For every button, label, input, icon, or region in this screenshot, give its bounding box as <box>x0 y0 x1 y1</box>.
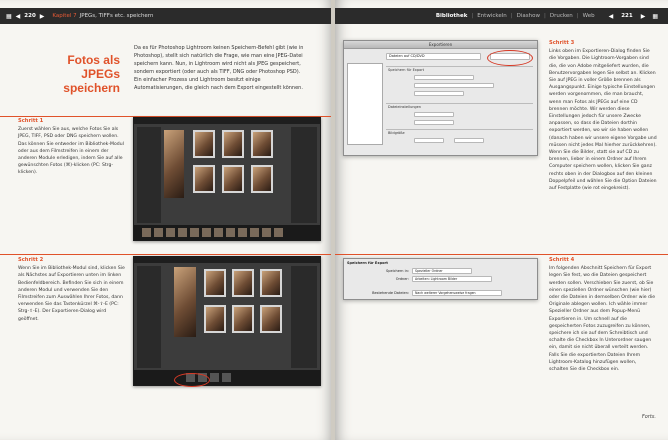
step-3: Schritt 3 Links oben im Exportieren-Dial… <box>549 40 657 192</box>
module-bibliothek: Bibliothek <box>435 13 468 19</box>
section-title: JPEGs, TIFFs etc. speichern <box>79 13 154 19</box>
grid-icon: ▦ <box>652 12 658 20</box>
left-page: ▦ ◀ 220 ▶ Kapitel 7 JPEGs, TIFFs etc. sp… <box>0 0 333 440</box>
step-3-text: Links oben im Exportieren-Dialog finden … <box>549 49 657 192</box>
step-2-heading: Schritt 2 <box>18 257 44 263</box>
module-drucken: Drucken <box>549 13 573 19</box>
arrow-left-icon: ◀ <box>608 12 614 20</box>
filmstrip <box>134 225 320 240</box>
right-page-number: 221 <box>621 13 633 19</box>
arrow-left-icon: ◀ <box>15 12 21 20</box>
step-4: Schritt 4 Im folgenden Abschnitt Speiche… <box>549 257 657 373</box>
dialog2-title: Speichern für Export <box>347 261 388 265</box>
save-for-export-screenshot: Speichern für Export Speichern in: Spezi… <box>343 258 538 300</box>
filmstrip <box>134 370 320 385</box>
intro-text: Da es für Photoshop Lightroom keinen Spe… <box>134 45 304 91</box>
right-page: Bibliothek | Entwickeln | Diashow | Druc… <box>335 0 668 440</box>
left-page-number: 220 <box>24 13 36 19</box>
portrait-photo <box>164 130 184 198</box>
divider-rule-2 <box>0 254 333 255</box>
section-image-size: Bildgröße <box>388 131 405 135</box>
grid-icon: ▦ <box>6 12 12 20</box>
left-header-bar: ▦ ◀ 220 ▶ Kapitel 7 JPEGs, TIFFs etc. sp… <box>0 8 333 24</box>
step-1-heading: Schritt 1 <box>18 118 44 124</box>
arrow-right-icon: ▶ <box>640 12 646 20</box>
page-title: Fotos als JPEGs speichern <box>63 53 120 95</box>
step-1: Schritt 1 Zuerst wählen Sie aus, welche … <box>18 118 126 177</box>
section-save: Speichern für Export <box>388 68 425 72</box>
step-4-heading: Schritt 4 <box>549 257 575 263</box>
dialog-title: Exportieren <box>344 41 537 49</box>
preset-list <box>347 63 383 145</box>
step-3-heading: Schritt 3 <box>549 40 575 46</box>
chapter-label: Kapitel 7 <box>52 13 77 19</box>
arrow-right-icon: ▶ <box>39 12 45 20</box>
screenshot-library-export <box>133 256 321 386</box>
step-4-text: Im folgenden Abschnitt Speichern für Exp… <box>549 266 656 373</box>
continued-marker: Forts. <box>641 414 656 420</box>
step-1-text: Zuerst wählen Sie aus, welche Fotos Sie … <box>18 127 124 176</box>
step-2-text: Wenn Sie im Bibliothek-Modul sind, klick… <box>18 266 125 322</box>
module-diashow: Diashow <box>516 13 540 19</box>
preset-field: Dateien auf CD/DVD <box>386 53 481 60</box>
screenshot-library-grid <box>133 117 321 241</box>
export-button-highlight <box>174 373 210 387</box>
divider-rule-3 <box>335 254 668 255</box>
disk-option-highlight <box>487 50 533 66</box>
step-2: Schritt 2 Wenn Sie im Bibliothek-Modul s… <box>18 257 126 323</box>
book-spread: ▦ ◀ 220 ▶ Kapitel 7 JPEGs, TIFFs etc. sp… <box>0 0 668 440</box>
section-file-settings: Dateieinstellungen <box>388 105 422 109</box>
module-web: Web <box>582 13 595 19</box>
module-entwickeln: Entwickeln <box>477 13 507 19</box>
right-header-bar: Bibliothek | Entwickeln | Diashow | Druc… <box>335 8 668 24</box>
